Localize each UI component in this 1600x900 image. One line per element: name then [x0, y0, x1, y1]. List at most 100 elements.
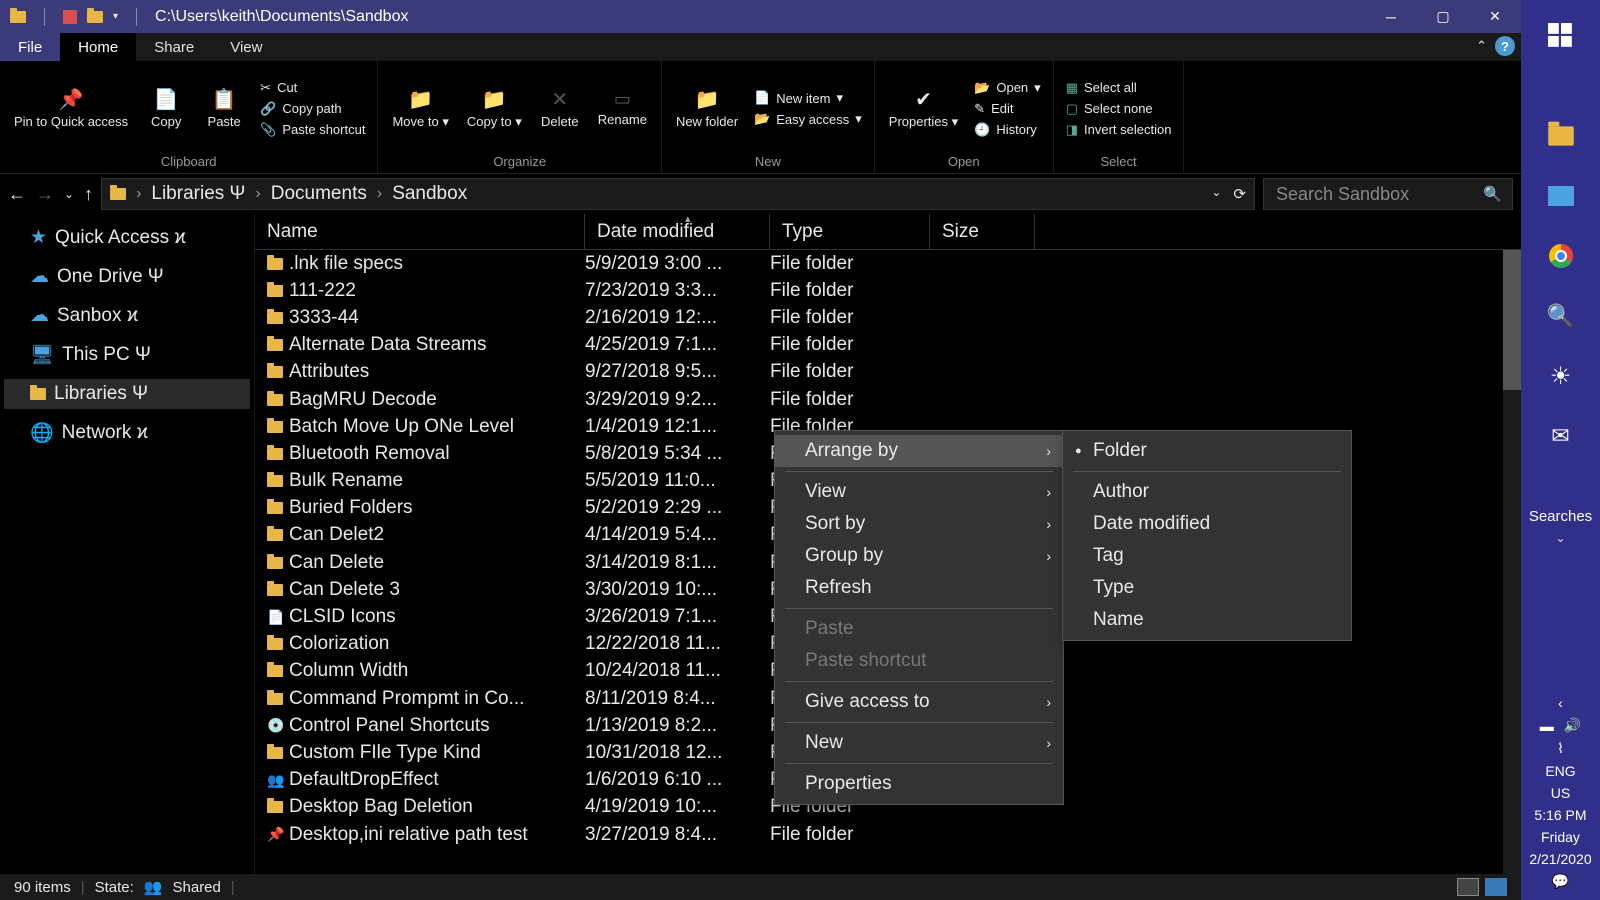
tab-view[interactable]: View [212, 33, 280, 61]
taskbar-collapse-icon[interactable]: ⌄ [1555, 531, 1565, 545]
qat-icon-2[interactable] [87, 11, 103, 23]
qat-dropdown[interactable]: ▾ [113, 11, 118, 22]
maximize-button[interactable]: ▢ [1417, 0, 1469, 33]
column-header-date[interactable]: Date modified [585, 214, 770, 249]
tree-quick-access[interactable]: ★Quick Access ϰ [4, 222, 250, 253]
tab-file[interactable]: File [0, 33, 60, 61]
ctx-view[interactable]: View› [775, 476, 1063, 508]
tray-date[interactable]: 2/21/2020 [1529, 851, 1591, 867]
view-thumbnails-button[interactable] [1485, 878, 1507, 896]
new-folder-button[interactable]: 📁New folder [670, 65, 744, 152]
cut-button[interactable]: ✂Cut [256, 79, 369, 97]
refresh-button[interactable]: ⟳ [1233, 185, 1246, 203]
tree-sanbox[interactable]: ☁Sanbox ϰ [4, 300, 250, 331]
file-row[interactable]: Alternate Data Streams4/25/2019 7:1...Fi… [255, 332, 1521, 359]
start-button[interactable] [1533, 8, 1589, 64]
tray-lang1[interactable]: ENG [1545, 763, 1575, 779]
forward-button[interactable]: → [36, 184, 54, 205]
select-none-button[interactable]: ▢Select none [1062, 100, 1176, 118]
action-center-icon[interactable]: 💬 [1552, 873, 1569, 890]
scrollbar[interactable] [1503, 250, 1521, 874]
open-button[interactable]: 📂Open ▾ [970, 79, 1045, 97]
ctx-sort-by[interactable]: Sort by› [775, 508, 1063, 540]
taskbar-mail[interactable]: ✉ [1533, 408, 1589, 464]
pin-quick-access-button[interactable]: 📌Pin to Quick access [8, 65, 134, 152]
paste-button[interactable]: 📋Paste [198, 65, 250, 152]
properties-button[interactable]: ✔Properties ▾ [883, 65, 964, 152]
tree-libraries[interactable]: Libraries Ψ [4, 379, 250, 409]
taskbar-explorer[interactable] [1533, 108, 1589, 164]
volume-icon[interactable]: 🔊 [1564, 717, 1581, 734]
file-row[interactable]: 111-2227/23/2019 3:3...File folder [255, 277, 1521, 304]
taskbar-chrome[interactable] [1533, 228, 1589, 284]
new-item-button[interactable]: 📄New item ▾ [750, 89, 866, 107]
ctx-group-by[interactable]: Group by› [775, 540, 1063, 572]
taskbar-searches-label[interactable]: Searches [1529, 508, 1592, 525]
tab-home[interactable]: Home [60, 33, 136, 61]
taskbar-app-1[interactable] [1533, 168, 1589, 224]
sub-date-modified[interactable]: Date modified [1063, 508, 1351, 540]
tray-day[interactable]: Friday [1541, 829, 1580, 845]
tree-onedrive[interactable]: ☁One Drive Ψ [4, 261, 250, 292]
sub-folder[interactable]: ●Folder [1063, 435, 1351, 467]
edit-button[interactable]: ✎Edit [970, 100, 1045, 118]
tree-network[interactable]: 🌐Network ϰ [4, 417, 250, 449]
sub-type[interactable]: Type [1063, 572, 1351, 604]
invert-selection-button[interactable]: ◨Invert selection [1062, 121, 1176, 139]
tray-lang2[interactable]: US [1551, 785, 1570, 801]
ctx-properties[interactable]: Properties [775, 768, 1063, 800]
copy-to-button[interactable]: 📁Copy to ▾ [461, 65, 528, 152]
taskbar-settings[interactable]: ☀ [1533, 348, 1589, 404]
file-row[interactable]: 3333-442/16/2019 12:...File folder [255, 304, 1521, 331]
search-input[interactable]: Search Sandbox 🔍 [1263, 178, 1513, 210]
copy-button[interactable]: 📄Copy [140, 65, 192, 152]
view-details-button[interactable] [1457, 878, 1479, 896]
rename-button[interactable]: ▭Rename [592, 65, 653, 152]
taskbar-search[interactable]: 🔍 [1533, 288, 1589, 344]
crumb-documents[interactable]: Documents [271, 183, 367, 205]
file-row[interactable]: BagMRU Decode3/29/2019 9:2...File folder [255, 386, 1521, 413]
close-button[interactable]: ✕ [1469, 0, 1521, 33]
scrollbar-thumb[interactable] [1503, 250, 1521, 390]
tree-this-pc[interactable]: 🖥This PC Ψ [4, 339, 250, 371]
delete-button[interactable]: ✕Delete [534, 65, 586, 152]
history-button[interactable]: 🕘History [970, 121, 1045, 139]
minimize-button[interactable]: ─ [1365, 0, 1417, 33]
crumb-libraries[interactable]: Libraries Ψ [151, 183, 245, 205]
select-all-button[interactable]: ▦Select all [1062, 79, 1176, 97]
tray-back-icon[interactable]: ‹ [1558, 695, 1563, 711]
help-icon[interactable]: ? [1495, 36, 1515, 56]
recent-locations-button[interactable]: ⌄ [64, 187, 74, 201]
easy-access-button[interactable]: 📂Easy access ▾ [750, 110, 866, 128]
folder-icon[interactable] [10, 11, 26, 23]
people-icon: 👥 [267, 772, 284, 789]
file-row[interactable]: 📌Desktop,ini relative path test3/27/2019… [255, 821, 1521, 848]
sub-name[interactable]: Name [1063, 604, 1351, 636]
up-button[interactable]: ↑ [84, 184, 93, 205]
sub-tag[interactable]: Tag [1063, 540, 1351, 572]
ribbon-collapse-icon[interactable]: ⌃ [1476, 38, 1487, 54]
ctx-new[interactable]: New› [775, 727, 1063, 759]
copy-path-button[interactable]: 🔗Copy path [256, 100, 369, 118]
address-dropdown-button[interactable]: ⌄ [1211, 185, 1221, 203]
address-bar[interactable]: › Libraries Ψ › Documents › Sandbox ⌄ ⟳ [101, 178, 1255, 210]
file-row[interactable]: Attributes9/27/2018 9:5...File folder [255, 359, 1521, 386]
wifi-icon[interactable]: ⌇ [1557, 740, 1564, 757]
ctx-refresh[interactable]: Refresh [775, 572, 1063, 604]
back-button[interactable]: ← [8, 184, 26, 205]
file-name: CLSID Icons [289, 606, 585, 628]
ctx-give-access[interactable]: Give access to› [775, 686, 1063, 718]
sub-author[interactable]: Author [1063, 476, 1351, 508]
tab-share[interactable]: Share [136, 33, 212, 61]
column-header-name[interactable]: Name [255, 214, 585, 249]
column-header-type[interactable]: Type [770, 214, 930, 249]
ctx-arrange-by[interactable]: Arrange by› [775, 435, 1063, 467]
paste-shortcut-button[interactable]: 📎Paste shortcut [256, 121, 369, 139]
move-to-button[interactable]: 📁Move to ▾ [386, 65, 454, 152]
tray-time[interactable]: 5:16 PM [1534, 807, 1586, 823]
battery-icon[interactable]: ▬ [1540, 718, 1554, 734]
crumb-sandbox[interactable]: Sandbox [392, 183, 467, 205]
column-header-size[interactable]: Size [930, 214, 1035, 249]
file-row[interactable]: .lnk file specs5/9/2019 3:00 ...File fol… [255, 250, 1521, 277]
qat-icon-1[interactable] [63, 10, 77, 24]
